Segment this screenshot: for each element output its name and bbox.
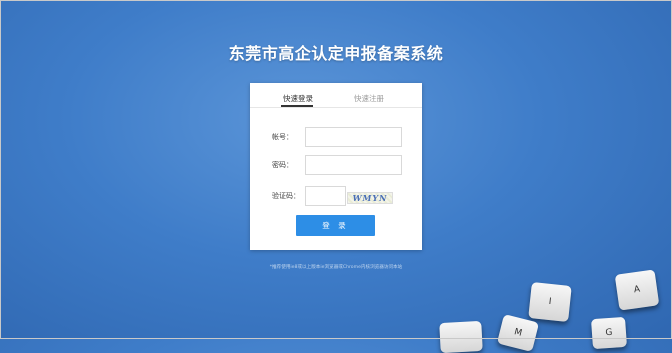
password-label: 密码： (272, 161, 293, 169)
page-title: 东莞市高企认定申报备案系统 (228, 44, 444, 63)
keycap-i-icon: I (528, 282, 572, 322)
password-row: 密码： (250, 155, 422, 175)
captcha-input[interactable] (305, 186, 346, 206)
keycap-g-letter: G (605, 327, 613, 339)
captcha-label: 验证码： (272, 192, 300, 200)
login-panel: 快速登录 快速注册 帐号： 密码： 验证码： WMYN 登 录 (250, 83, 422, 250)
password-input[interactable] (305, 155, 402, 175)
login-tabs: 快速登录 快速注册 (250, 83, 422, 108)
account-row: 帐号： (250, 127, 422, 147)
account-input[interactable] (305, 127, 402, 147)
account-label: 帐号： (272, 133, 293, 141)
tab-quick-register[interactable]: 快速注册 (354, 93, 384, 104)
captcha-row: 验证码： WMYN (250, 186, 422, 206)
keycap-m-icon: M (496, 314, 540, 352)
keycap-i-letter: I (548, 296, 552, 308)
keycap-g-icon: G (590, 316, 628, 350)
captcha-image[interactable]: WMYN (347, 192, 393, 204)
tab-quick-login[interactable]: 快速登录 (283, 93, 313, 104)
captcha-text: WMYN (352, 193, 388, 203)
keycap-a-letter: A (633, 284, 641, 296)
login-button[interactable]: 登 录 (296, 215, 375, 236)
keycap-m-letter: M (513, 327, 523, 339)
keycap-blank-icon (439, 320, 483, 353)
active-tab-indicator (281, 105, 313, 107)
keycap-a-icon: A (614, 269, 660, 311)
browser-note: *推荐使用ie8或以上版本ie浏览器或Chrome内核浏览器访问本站 (269, 265, 403, 270)
